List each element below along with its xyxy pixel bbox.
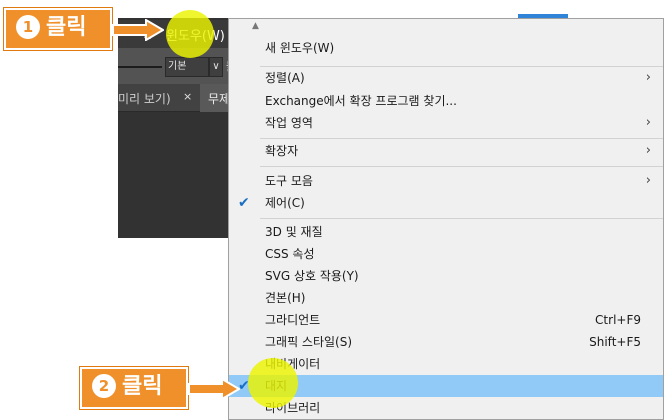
menu-item-label: 새 윈도우(W): [265, 41, 335, 55]
arrow-right-icon: [112, 19, 164, 41]
menu-item-find-extensions[interactable]: Exchange에서 확장 프로그램 찾기...: [229, 90, 663, 112]
step-label: 클릭: [46, 15, 87, 40]
menu-item-workspace[interactable]: 작업 영역 ›: [229, 112, 663, 134]
control-bar: 기본 ∨ 불: [118, 48, 236, 84]
close-icon[interactable]: ×: [183, 90, 192, 103]
menu-item-control[interactable]: ✔ 제어(C): [229, 192, 663, 214]
menu-item-graphic-styles[interactable]: 그래픽 스타일(S) Shift+F5: [229, 331, 663, 353]
submenu-arrow-icon: ›: [645, 143, 651, 158]
menu-item-label: 그라디언트: [265, 313, 321, 327]
menu-item-css-properties[interactable]: CSS 속성: [229, 243, 663, 265]
menu-divider: [260, 138, 663, 139]
menu-item-label: CSS 속성: [265, 247, 315, 261]
chevron-down-icon[interactable]: ∨: [209, 57, 223, 77]
checkmark-icon: ✔: [238, 195, 250, 211]
document-tab-bar: 미리 보기) × 무제: [118, 84, 231, 112]
menu-item-arrange[interactable]: 정렬(A) ›: [229, 67, 663, 89]
stroke-style-select[interactable]: 기본: [165, 57, 209, 77]
menu-item-label: 제어(C): [265, 196, 305, 210]
submenu-arrow-icon: ›: [645, 173, 651, 188]
click-highlight-spot: [166, 10, 214, 58]
submenu-arrow-icon: ›: [645, 70, 651, 85]
menu-item-shortcut: Shift+F5: [589, 335, 641, 349]
menu-item-gradient[interactable]: 그라디언트 Ctrl+F9: [229, 309, 663, 331]
scroll-up-icon[interactable]: ▲: [252, 21, 259, 31]
menu-item-extensions[interactable]: 확장자 ›: [229, 140, 663, 162]
window-menu: ▲ 새 윈도우(W) 정렬(A) › Exchange에서 확장 프로그램 찾기…: [228, 18, 664, 420]
menu-item-label: 작업 영역: [265, 116, 313, 130]
menu-item-label: SVG 상호 작용(Y): [265, 269, 359, 283]
submenu-arrow-icon: ›: [645, 115, 651, 130]
menu-item-label: 정렬(A): [265, 71, 305, 85]
menu-item-label: 견본(H): [265, 291, 306, 305]
menu-item-shortcut: Ctrl+F9: [595, 313, 641, 327]
step-1-callout: 1 클릭: [4, 8, 112, 50]
menu-item-label: 도구 모음: [265, 174, 313, 188]
stroke-preview: [118, 66, 162, 68]
document-tab-untitled[interactable]: 무제: [200, 84, 231, 112]
menu-item-libraries[interactable]: 라이브러리: [229, 397, 663, 419]
document-tab[interactable]: 미리 보기): [118, 90, 171, 107]
menu-divider: [260, 166, 663, 167]
menu-item-label: 그래픽 스타일(S): [265, 335, 353, 349]
arrow-right-icon: [188, 378, 240, 400]
step-number-badge: 1: [16, 15, 40, 39]
click-highlight-spot: [248, 358, 298, 408]
menu-item-3d-materials[interactable]: 3D 및 재질: [229, 221, 663, 243]
menu-item-new-window[interactable]: 새 윈도우(W): [229, 37, 663, 59]
menu-item-svg-interactivity[interactable]: SVG 상호 작용(Y): [229, 265, 663, 287]
step-2-callout: 2 클릭: [80, 367, 188, 409]
menu-item-swatches[interactable]: 견본(H): [229, 287, 663, 309]
menu-divider: [260, 218, 663, 219]
menu-item-label: Exchange에서 확장 프로그램 찾기...: [265, 94, 457, 108]
menu-item-label: 3D 및 재질: [265, 225, 323, 239]
step-number-badge: 2: [92, 374, 116, 398]
step-label: 클릭: [122, 374, 163, 399]
menu-item-label: 확장자: [265, 144, 299, 158]
menu-item-toolbars[interactable]: 도구 모음 ›: [229, 170, 663, 192]
